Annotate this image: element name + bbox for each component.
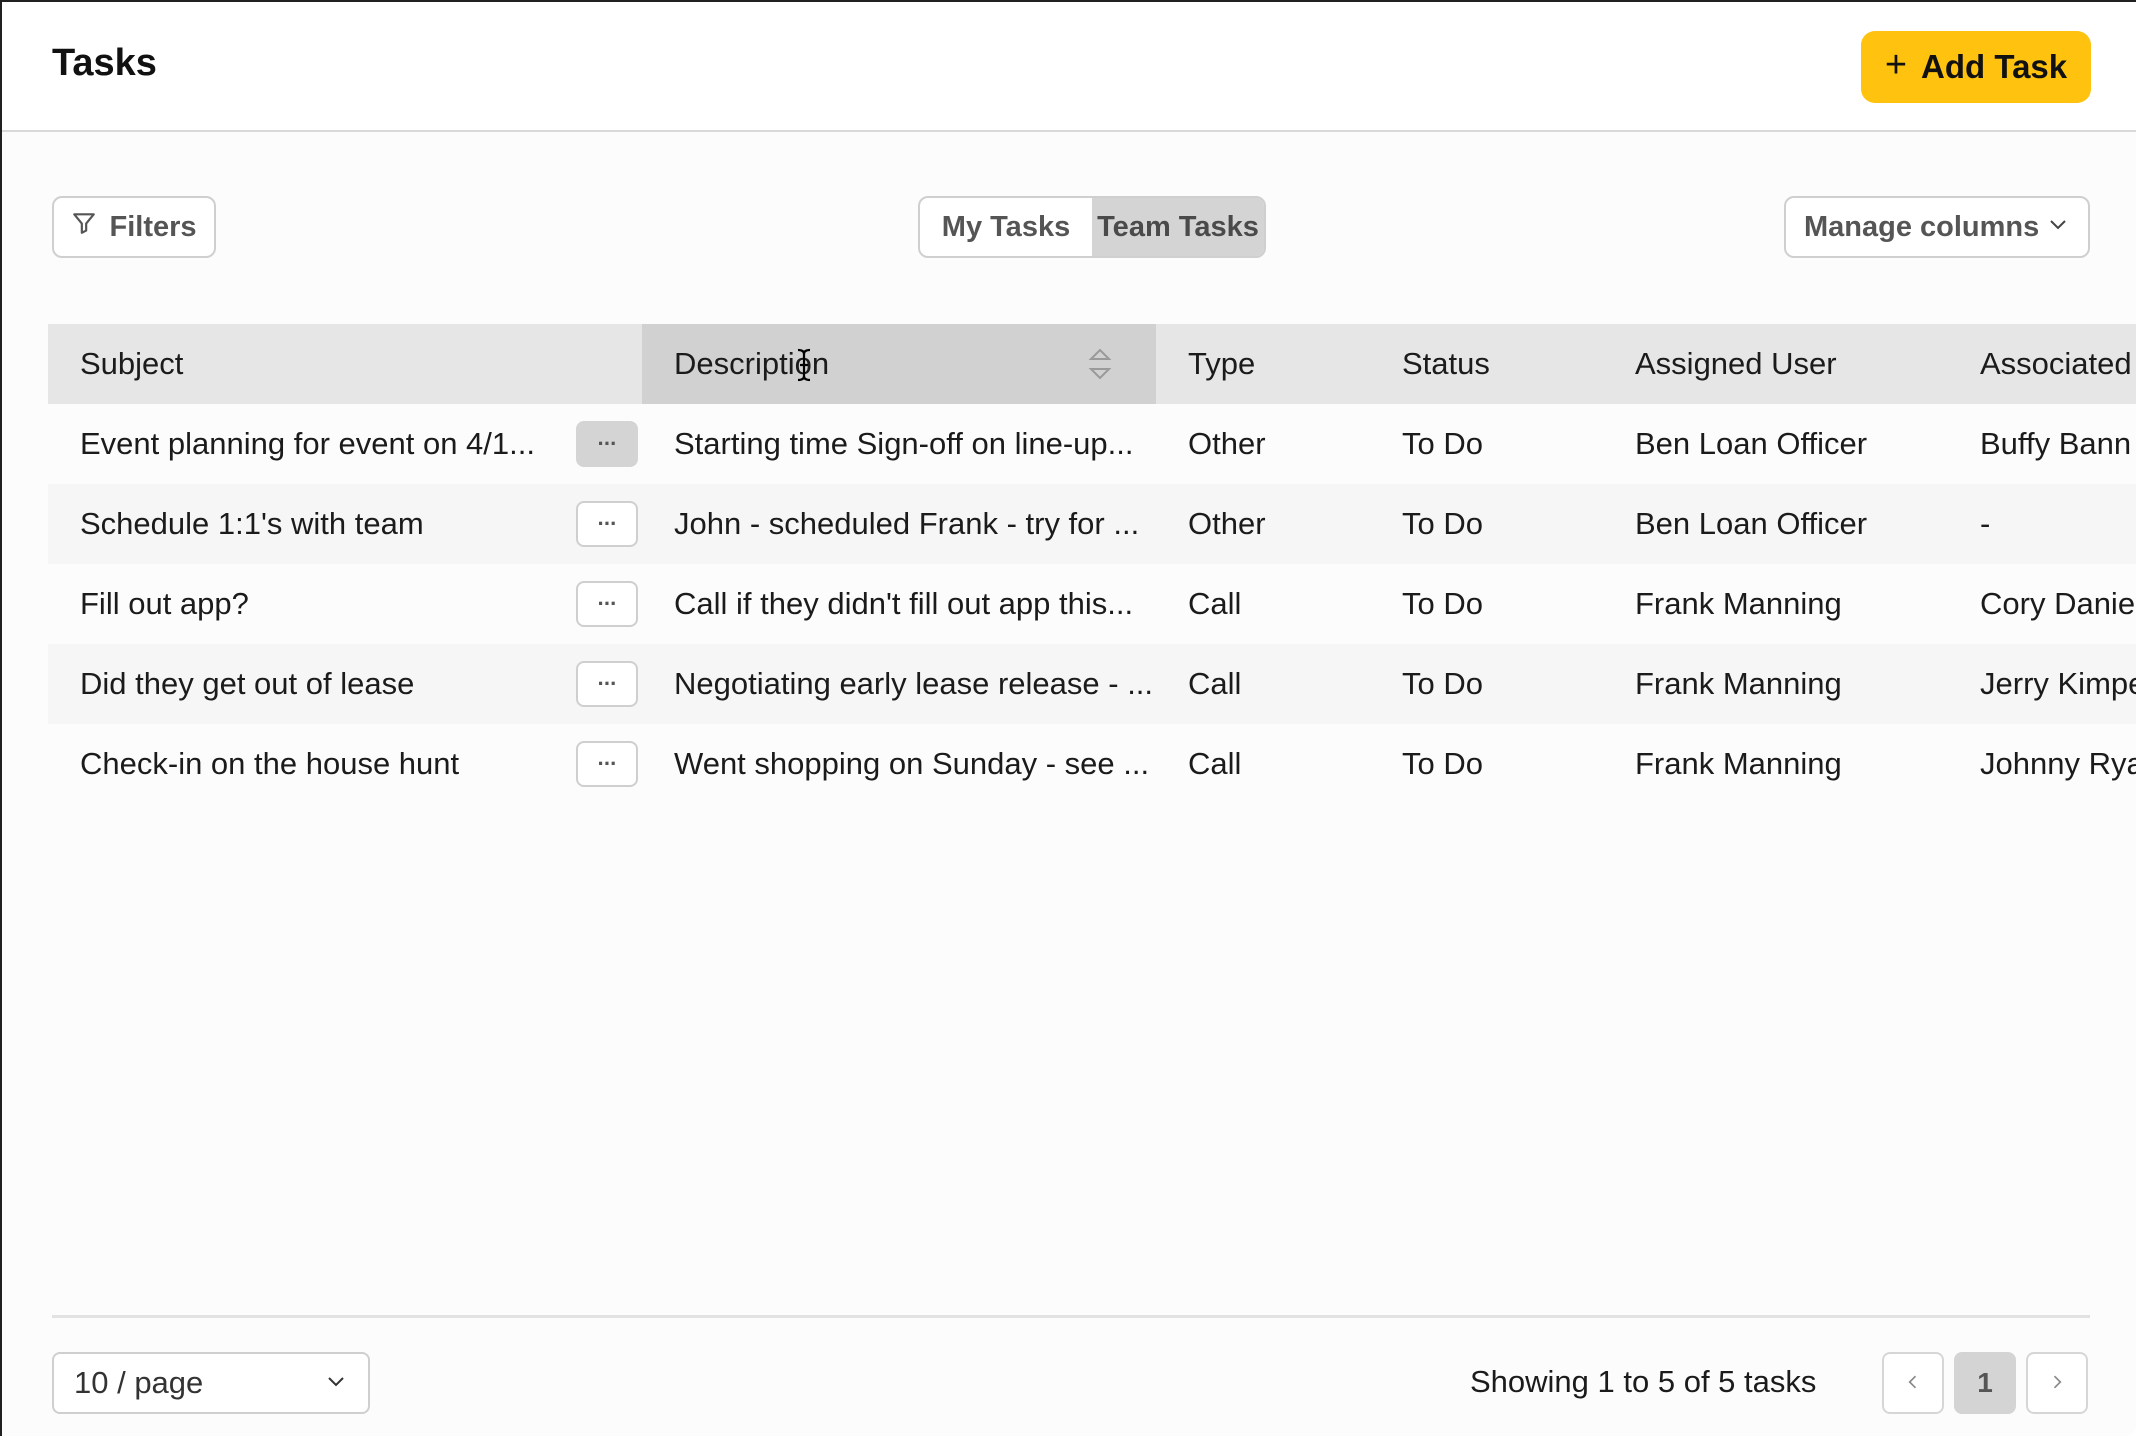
cell-assigned-user: Frank Manning: [1635, 666, 1842, 701]
cell-assigned-user: Frank Manning: [1635, 586, 1842, 621]
chevron-down-icon: [2046, 211, 2070, 244]
cell-type: Call: [1188, 586, 1242, 621]
column-header-associated[interactable]: Associated: [1980, 324, 2136, 404]
cell-description: Negotiating early lease release - ...: [674, 666, 1154, 701]
cell-status: To Do: [1402, 746, 1483, 781]
cell-description: Starting time Sign-off on line-up...: [674, 426, 1134, 461]
row-more-button[interactable]: ···: [576, 501, 638, 547]
column-header-assigned-user[interactable]: Assigned User: [1635, 324, 1915, 404]
table-row[interactable]: Check-in on the house hunt ··· Went shop…: [48, 724, 2136, 804]
tasks-table: Subject Description Type Status Assigned…: [48, 324, 2136, 804]
page-header: Tasks + Add Task: [2, 2, 2136, 132]
cell-assigned-user: Frank Manning: [1635, 746, 1842, 781]
table-row[interactable]: Did they get out of lease ··· Negotiatin…: [48, 644, 2136, 724]
task-view-toggle: My Tasks Team Tasks: [918, 196, 1266, 258]
table-header-row: Subject Description Type Status Assigned…: [48, 324, 2136, 404]
cell-associated[interactable]: Jerry Kimpe: [1980, 644, 2136, 724]
column-header-subject[interactable]: Subject: [48, 324, 642, 404]
plus-icon: +: [1884, 44, 1908, 86]
row-more-button[interactable]: ···: [576, 581, 638, 627]
table-row[interactable]: Event planning for event on 4/1... ··· S…: [48, 404, 2136, 484]
add-task-button[interactable]: + Add Task: [1861, 31, 2091, 103]
cell-associated[interactable]: Cory Danie: [1980, 564, 2136, 644]
cell-associated: -: [1980, 506, 1991, 541]
column-header-status[interactable]: Status: [1402, 324, 1602, 404]
manage-columns-dropdown[interactable]: Manage columns: [1784, 196, 2090, 258]
cell-status: To Do: [1402, 506, 1483, 541]
cell-type: Call: [1188, 666, 1242, 701]
cell-type: Other: [1188, 506, 1266, 541]
page-size-select[interactable]: 10 / page: [52, 1352, 370, 1414]
page-size-value: 10 / page: [74, 1365, 204, 1400]
app-window: Tasks + Add Task Filters My Tasks Team T…: [0, 0, 2136, 1436]
table-row[interactable]: Schedule 1:1's with team ··· John - sche…: [48, 484, 2136, 564]
table-row[interactable]: Fill out app? ··· Call if they didn't fi…: [48, 564, 2136, 644]
cell-description: Call if they didn't fill out app this...: [674, 586, 1134, 621]
footer-divider: [52, 1315, 2090, 1318]
chevron-left-icon: [1903, 1367, 1923, 1399]
tab-team-tasks[interactable]: Team Tasks: [1092, 198, 1264, 256]
cell-assigned-user: Ben Loan Officer: [1635, 506, 1868, 541]
filters-button[interactable]: Filters: [52, 196, 216, 258]
text-cursor-icon: [794, 348, 814, 387]
cell-subject: Schedule 1:1's with team: [80, 506, 424, 541]
cell-type: Call: [1188, 746, 1242, 781]
page-button-current[interactable]: 1: [1954, 1352, 2016, 1414]
column-header-type[interactable]: Type: [1188, 324, 1388, 404]
pagination-summary: Showing 1 to 5 of 5 tasks: [1470, 1364, 1817, 1399]
cell-description: John - scheduled Frank - try for ...: [674, 506, 1140, 541]
cell-subject: Event planning for event on 4/1...: [80, 426, 535, 461]
sort-icon[interactable]: [1088, 344, 1112, 392]
page-title: Tasks: [52, 42, 157, 84]
next-page-button[interactable]: [2026, 1352, 2088, 1414]
manage-columns-label: Manage columns: [1804, 210, 2040, 243]
cell-associated[interactable]: Johnny Rya: [1980, 724, 2136, 804]
cell-status: To Do: [1402, 586, 1483, 621]
cell-description: Went shopping on Sunday - see ...: [674, 746, 1150, 781]
row-more-button[interactable]: ···: [576, 661, 638, 707]
chevron-down-icon: [324, 1365, 348, 1401]
cell-subject: Check-in on the house hunt: [80, 746, 460, 781]
row-more-button[interactable]: ···: [576, 421, 638, 467]
cell-subject: Did they get out of lease: [80, 666, 415, 701]
cell-assigned-user: Ben Loan Officer: [1635, 426, 1868, 461]
filter-icon: [71, 210, 97, 244]
tab-my-tasks[interactable]: My Tasks: [920, 198, 1092, 256]
chevron-right-icon: [2047, 1367, 2067, 1399]
cell-subject: Fill out app?: [80, 586, 249, 621]
cell-type: Other: [1188, 426, 1266, 461]
column-header-description[interactable]: Description: [642, 324, 1156, 404]
cell-status: To Do: [1402, 666, 1483, 701]
row-more-button[interactable]: ···: [576, 741, 638, 787]
filters-label: Filters: [109, 210, 197, 243]
cell-associated[interactable]: Buffy Bann: [1980, 404, 2136, 484]
add-task-label: Add Task: [1921, 48, 2068, 85]
cell-status: To Do: [1402, 426, 1483, 461]
prev-page-button[interactable]: [1882, 1352, 1944, 1414]
